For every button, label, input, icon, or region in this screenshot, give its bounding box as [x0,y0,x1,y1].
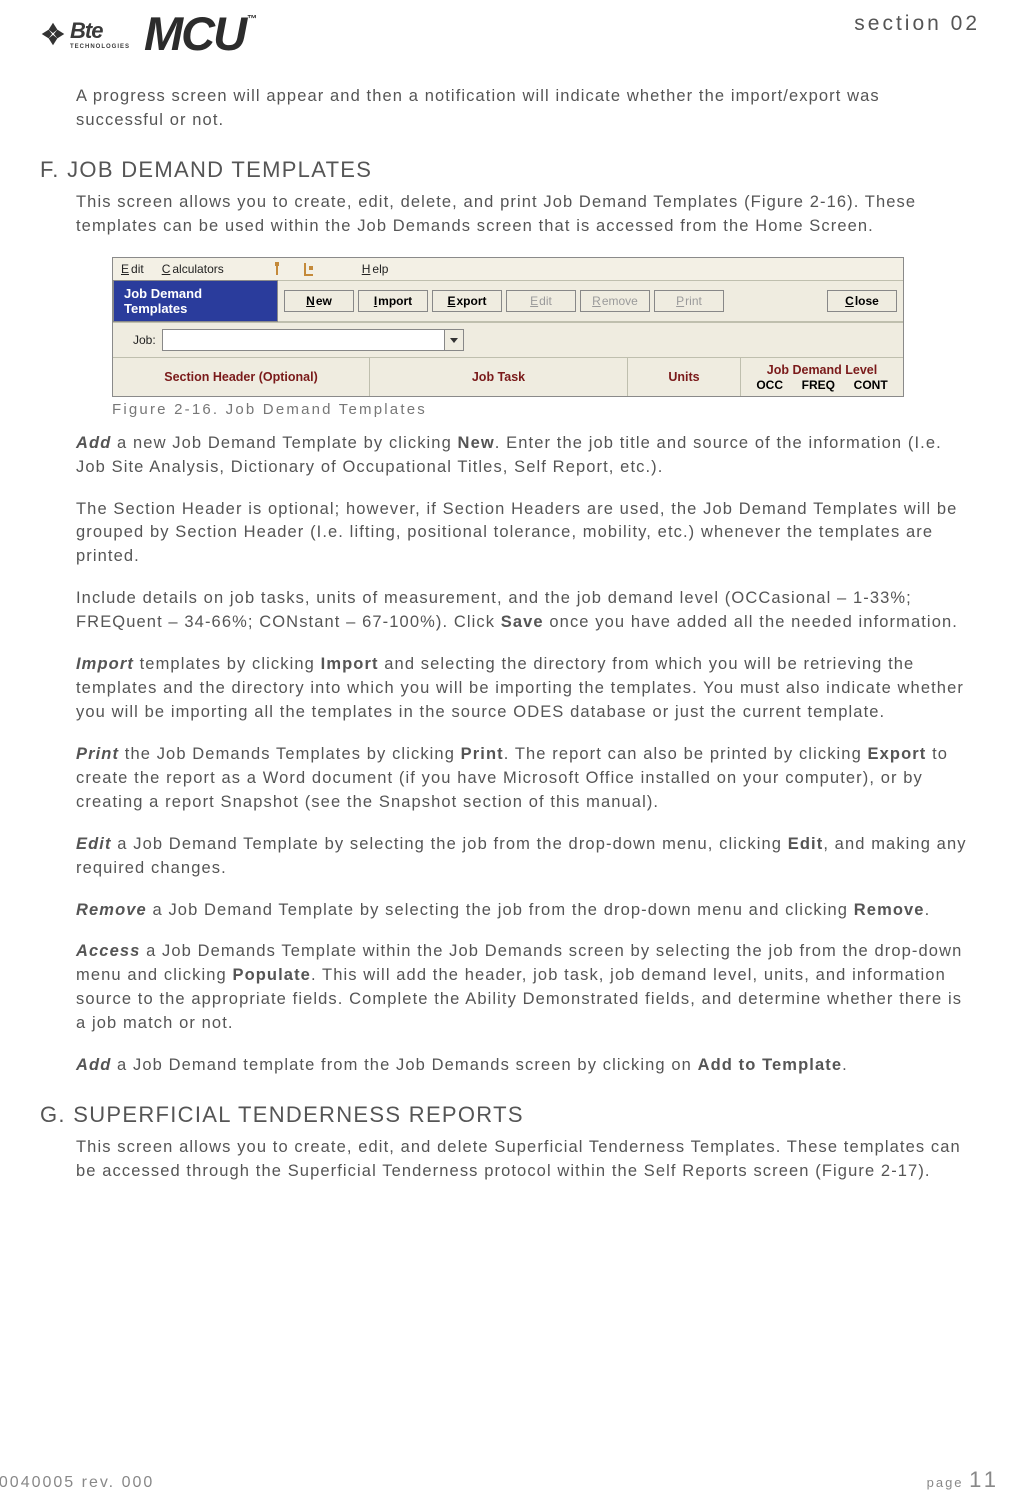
col-job-demand-level: Job Demand Level OCC FREQ CONT [741,358,903,396]
section-g-intro: This screen allows you to create, edit, … [76,1136,972,1184]
job-select[interactable] [162,329,464,351]
para-print: Print the Job Demands Templates by click… [76,743,972,815]
page-header: Bte TECHNOLOGIES MCU™ section 02 [40,0,980,57]
revision: 40040005 rev. 000 [0,1474,154,1492]
para-section-header: The Section Header is optional; however,… [76,498,972,570]
col-units: Units [628,358,741,396]
import-button[interactable]: Import [358,290,428,312]
subcol-cont: CONT [854,378,888,392]
chevron-down-icon[interactable] [444,330,463,350]
para-edit: Edit a Job Demand Template by selecting … [76,833,972,881]
section-label: section 02 [854,12,980,36]
column-headers: Section Header (Optional) Job Task Units… [113,357,903,396]
figure-caption: Figure 2-16. Job Demand Templates [112,401,980,418]
remove-button: Remove [580,290,650,312]
col-section-header: Section Header (Optional) [113,358,370,396]
print-button: Print [654,290,724,312]
logos: Bte TECHNOLOGIES MCU™ [40,10,253,57]
export-button[interactable]: Export [432,290,502,312]
job-label: Job: [133,333,156,347]
tool-icon-2[interactable] [302,260,316,278]
mcu-logo: MCU™ [144,10,253,57]
para-access: Access a Job Demands Template within the… [76,940,972,1036]
bte-logo: Bte TECHNOLOGIES [40,18,130,50]
subcol-occ: OCC [756,378,783,392]
para-include: Include details on job tasks, units of m… [76,587,972,635]
intro-paragraph: A progress screen will appear and then a… [76,85,972,133]
bte-text: Bte [70,18,102,43]
section-f-intro: This screen allows you to create, edit, … [76,191,972,239]
para-add-template: Add a Job Demand template from the Job D… [76,1054,972,1078]
tool-icon-1[interactable] [270,260,284,278]
col-job-task: Job Task [370,358,628,396]
menu-help[interactable]: Help [362,262,389,276]
section-f-heading: F. JOB DEMAND TEMPLATES [40,157,980,183]
para-remove: Remove a Job Demand Template by selectin… [76,899,972,923]
section-g-heading: G. SUPERFICIAL TENDERNESS REPORTS [40,1102,980,1128]
page-number: page 11 [927,1467,1000,1493]
para-import: Import templates by clicking Import and … [76,653,972,725]
menu-edit[interactable]: Edit [121,262,144,276]
new-button[interactable]: New [284,290,354,312]
subcol-freq: FREQ [802,378,835,392]
page-footer: 40040005 rev. 000 page 11 [0,1467,1020,1493]
bte-subtext: TECHNOLOGIES [70,44,130,50]
bte-diamond-icon [40,21,66,47]
menubar: Edit Calculators Help [113,258,903,280]
figure-2-16: Edit Calculators Help Job Demand Templat… [112,257,904,397]
menu-calculators[interactable]: Calculators [162,262,224,276]
edit-button: Edit [506,290,576,312]
close-button[interactable]: Close [827,290,897,312]
para-add: Add a new Job Demand Template by clickin… [76,432,972,480]
tab-job-demand-templates[interactable]: Job Demand Templates [113,280,278,322]
